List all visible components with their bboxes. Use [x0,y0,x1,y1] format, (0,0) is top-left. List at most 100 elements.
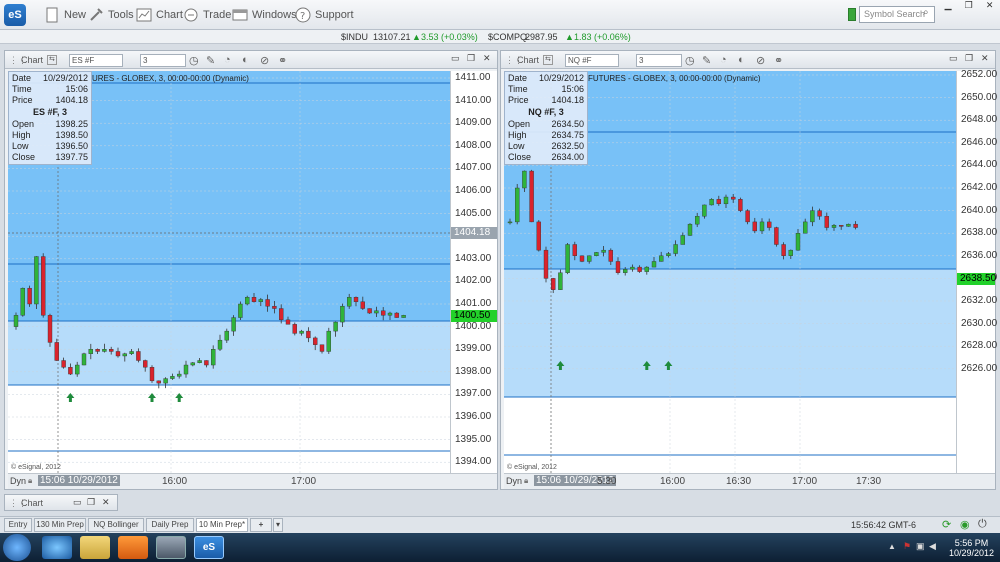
interval-select[interactable]: 3 [636,54,682,67]
cursor-icon[interactable]: ◔ [224,54,231,66]
info-open: 2634.50 [551,119,584,129]
copyright-text: © eSignal, 2012 [11,464,61,471]
lock-icon[interactable]: 🔒︎ [28,476,32,486]
price-axis-es[interactable]: 1411.00 1410.00 1409.00 1408.00 1407.00 1406.… [450,71,497,473]
link-icon[interactable]: ⇆ [47,55,57,65]
candle-body [279,308,284,321]
price-axis-nq[interactable]: 2652.00 2650.00 2648.00 2646.00 2644.00 2642.… [956,69,997,473]
panel-minimize-icon[interactable]: ▭ [73,497,82,508]
info-label: Price [12,95,33,105]
power-icon[interactable]: ⏻ [978,518,987,531]
tools-label: Tools [108,9,134,21]
close-icon[interactable]: ✕ [986,0,994,12]
panel-close-icon[interactable]: ✕ [483,53,491,64]
status-indicator [848,8,856,21]
time-tick-label: 17:00 [291,476,317,487]
candle-body [258,299,264,302]
info-low: 2632.50 [551,141,584,151]
chart-button[interactable]: Chart [136,6,183,24]
panel-minimize-icon[interactable]: ▭ [949,53,958,64]
zoom-icon[interactable]: ⊘ [756,54,765,67]
internet-explorer-icon[interactable] [42,536,72,559]
candle-body [326,330,331,352]
symbol-select[interactable]: ES #F [69,54,123,67]
panel-restore-icon[interactable]: ❐ [965,53,973,64]
search-icon[interactable]: ⌕ [923,7,929,18]
refresh-icon[interactable]: ⟳ [942,518,951,531]
clock-icon[interactable]: ◷ [685,54,695,67]
candle-body [340,306,345,323]
volume-icon[interactable]: ◀ [929,541,936,552]
pencil-icon[interactable]: ✎ [206,54,215,67]
candle-body [231,317,236,332]
tab-entry[interactable]: Entry [4,518,32,532]
network-icon[interactable]: ▣ [916,541,925,552]
minimized-chart-window[interactable]: ⋮⋮ Chart ▭ ❐ ✕ [4,494,118,511]
flag-icon[interactable]: ⚑ [903,541,911,552]
link-chain-icon[interactable]: ⚭ [774,54,783,67]
new-button[interactable]: New [44,6,86,24]
start-button[interactable] [3,534,31,561]
candle-body [306,330,311,339]
pencil-icon[interactable]: ✎ [702,54,711,67]
symbol-select[interactable]: NQ #F [565,54,619,67]
candle-body [54,342,59,361]
price-tick-label: 1405.00 [455,207,492,219]
dyn-label[interactable]: Dyn [10,476,26,486]
candle-body [190,362,196,366]
link-chain-icon[interactable]: ⚭ [278,54,287,67]
price-chart-es[interactable]: URES - GLOBEX, 3, 00:00-00:00 (Dynamic) … [8,71,450,473]
new-document-icon [44,7,60,23]
candle-body [224,330,230,341]
tab-nq-bollinger[interactable]: NQ Bollinger [88,518,144,532]
connection-status-icon[interactable]: ◉ [960,518,970,531]
panel-restore-icon[interactable]: ❐ [87,497,95,508]
info-label: Low [508,141,525,151]
esignal-taskbar-icon[interactable]: eS [194,536,224,559]
tab-menu-chevron-icon[interactable]: ▾ [273,518,283,532]
zoom-icon[interactable]: ⊘ [260,54,269,67]
price-tick-label: 1396.00 [455,411,492,422]
computer-icon[interactable] [156,536,186,559]
clock-icon[interactable]: ◷ [189,54,199,67]
lock-icon[interactable]: 🔒︎ [524,476,528,486]
price-tick-label: 1411.00 [455,72,491,83]
media-player-icon[interactable] [118,536,148,559]
restore-icon[interactable]: ❐ [965,0,973,12]
price-chart-nq[interactable]: FUTURES - GLOBEX, 3, 00:00-00:00 (Dynami… [504,71,956,473]
info-time: 15:06 [561,84,584,94]
esignal-logo[interactable]: eS [4,4,26,26]
info-high: 1398.50 [55,130,88,140]
minimize-icon[interactable]: ▁ [945,0,952,12]
panel-restore-icon[interactable]: ❐ [467,53,475,64]
tools-button[interactable]: Tools [88,6,134,24]
tray-arrow-icon[interactable]: ▲ [888,542,896,551]
support-button[interactable]: ? Support [295,6,354,24]
studies-icon[interactable]: ◐ [738,54,745,66]
candle-body [709,199,714,206]
cursor-icon[interactable]: ◔ [720,54,727,66]
dyn-label[interactable]: Dyn [506,476,522,486]
time-axis-es[interactable]: Dyn 🔒︎ 15:06 10/29/2012 16:00 17:00 [8,473,497,489]
link-icon[interactable]: ⇆ [543,55,553,65]
clock-date: 10/29/2012 [948,548,994,558]
add-tab-button[interactable]: + [250,518,272,532]
system-clock[interactable]: 5:56 PM 10/29/2012 [949,538,994,558]
candle-body [730,196,736,200]
panel-minimize-icon[interactable]: ▭ [451,53,460,64]
candle-body [586,255,592,262]
tab-10-min-prep[interactable]: 10 Min Prep* [196,518,248,532]
interval-select[interactable]: 3 [140,54,186,67]
tab-130-min-prep[interactable]: 130 Min Prep [34,518,86,532]
windows-button[interactable]: Windows [232,6,297,24]
chart-title-bar: ⋮⋮ Chart ⇆ NQ #F 3 ◷ ✎ ◔ ◐ ⊘ ⚭ ▭ ❐ ✕ [501,51,995,69]
studies-icon[interactable]: ◐ [242,54,249,66]
trade-button[interactable]: Trade [183,6,231,24]
tab-daily-prep[interactable]: Daily Prep [146,518,194,532]
folder-icon[interactable] [80,536,110,559]
candle-body [601,249,606,253]
time-axis-nq[interactable]: Dyn 🔒︎ 15:06 10/29/2012 5:30 16:00 16:30 17… [504,473,995,489]
panel-close-icon[interactable]: ✕ [102,497,110,508]
quote-ticker-bar: $INDU 13107.21 ▲ 3.53 (+0.03%) $COMPQ 29… [0,30,1000,44]
panel-close-icon[interactable]: ✕ [981,53,989,64]
